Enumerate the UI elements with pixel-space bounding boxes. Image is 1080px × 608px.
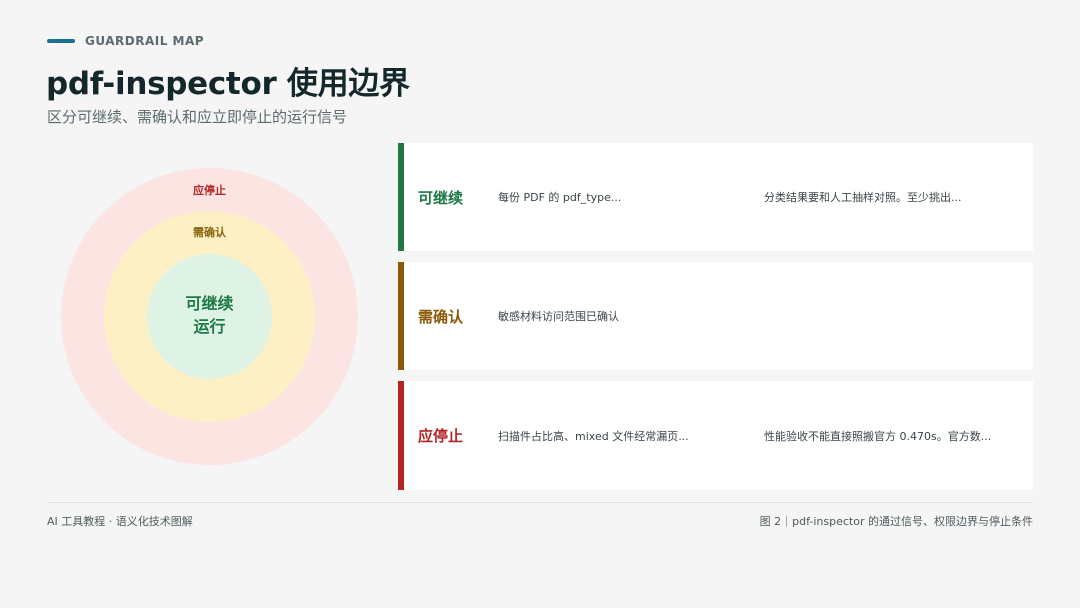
stop-zone-label: 应停止 — [193, 184, 226, 197]
row-check-text: 性能验收不能直接照搬官方 0.470s。官方数... — [764, 429, 992, 443]
eyebrow: GUARDRAIL MAP — [47, 34, 204, 48]
guardrail-rings-diagram: 应停止 需确认 可继续 运行 — [61, 168, 358, 465]
row-signal-text: 扫描件占比高、mixed 文件经常漏页... — [498, 429, 689, 443]
continue-zone-label-line2: 运行 — [193, 317, 226, 336]
eyebrow-label: GUARDRAIL MAP — [85, 34, 205, 48]
row-accent-bar — [398, 381, 404, 490]
continue-zone-label: 可继续 运行 — [147, 292, 272, 338]
confirm-zone-label: 需确认 — [193, 226, 226, 239]
row-check-text: 分类结果要和人工抽样对照。至少挑出... — [764, 191, 962, 204]
footer-divider — [47, 502, 1033, 503]
signal-row-confirm: 需确认 敏感材料访问范围已确认 — [398, 262, 1033, 370]
page-title: pdf-inspector 使用边界 — [46, 66, 410, 102]
signal-row-continue: 可继续 每份 PDF 的 pdf_type... 分类结果要和人工抽样对照。至少… — [398, 143, 1033, 251]
continue-zone-label-line1: 可继续 — [185, 294, 234, 313]
footer-source: AI 工具教程 · 语义化技术图解 — [47, 515, 193, 528]
signal-row-stop: 应停止 扫描件占比高、mixed 文件经常漏页... 性能验收不能直接照搬官方 … — [398, 381, 1033, 490]
figure-caption: 图 2｜pdf-inspector 的通过信号、权限边界与停止条件 — [759, 515, 1033, 528]
row-status-label: 应停止 — [418, 427, 464, 445]
row-accent-bar — [398, 262, 404, 370]
page-subtitle: 区分可继续、需确认和应立即停止的运行信号 — [47, 108, 348, 126]
row-status-label: 需确认 — [418, 307, 464, 326]
row-signal-text: 每份 PDF 的 pdf_type... — [498, 191, 622, 204]
row-signal-text: 敏感材料访问范围已确认 — [498, 310, 619, 323]
row-accent-bar — [398, 143, 404, 251]
eyebrow-accent-bar — [47, 39, 75, 43]
row-status-label: 可继续 — [418, 188, 464, 207]
